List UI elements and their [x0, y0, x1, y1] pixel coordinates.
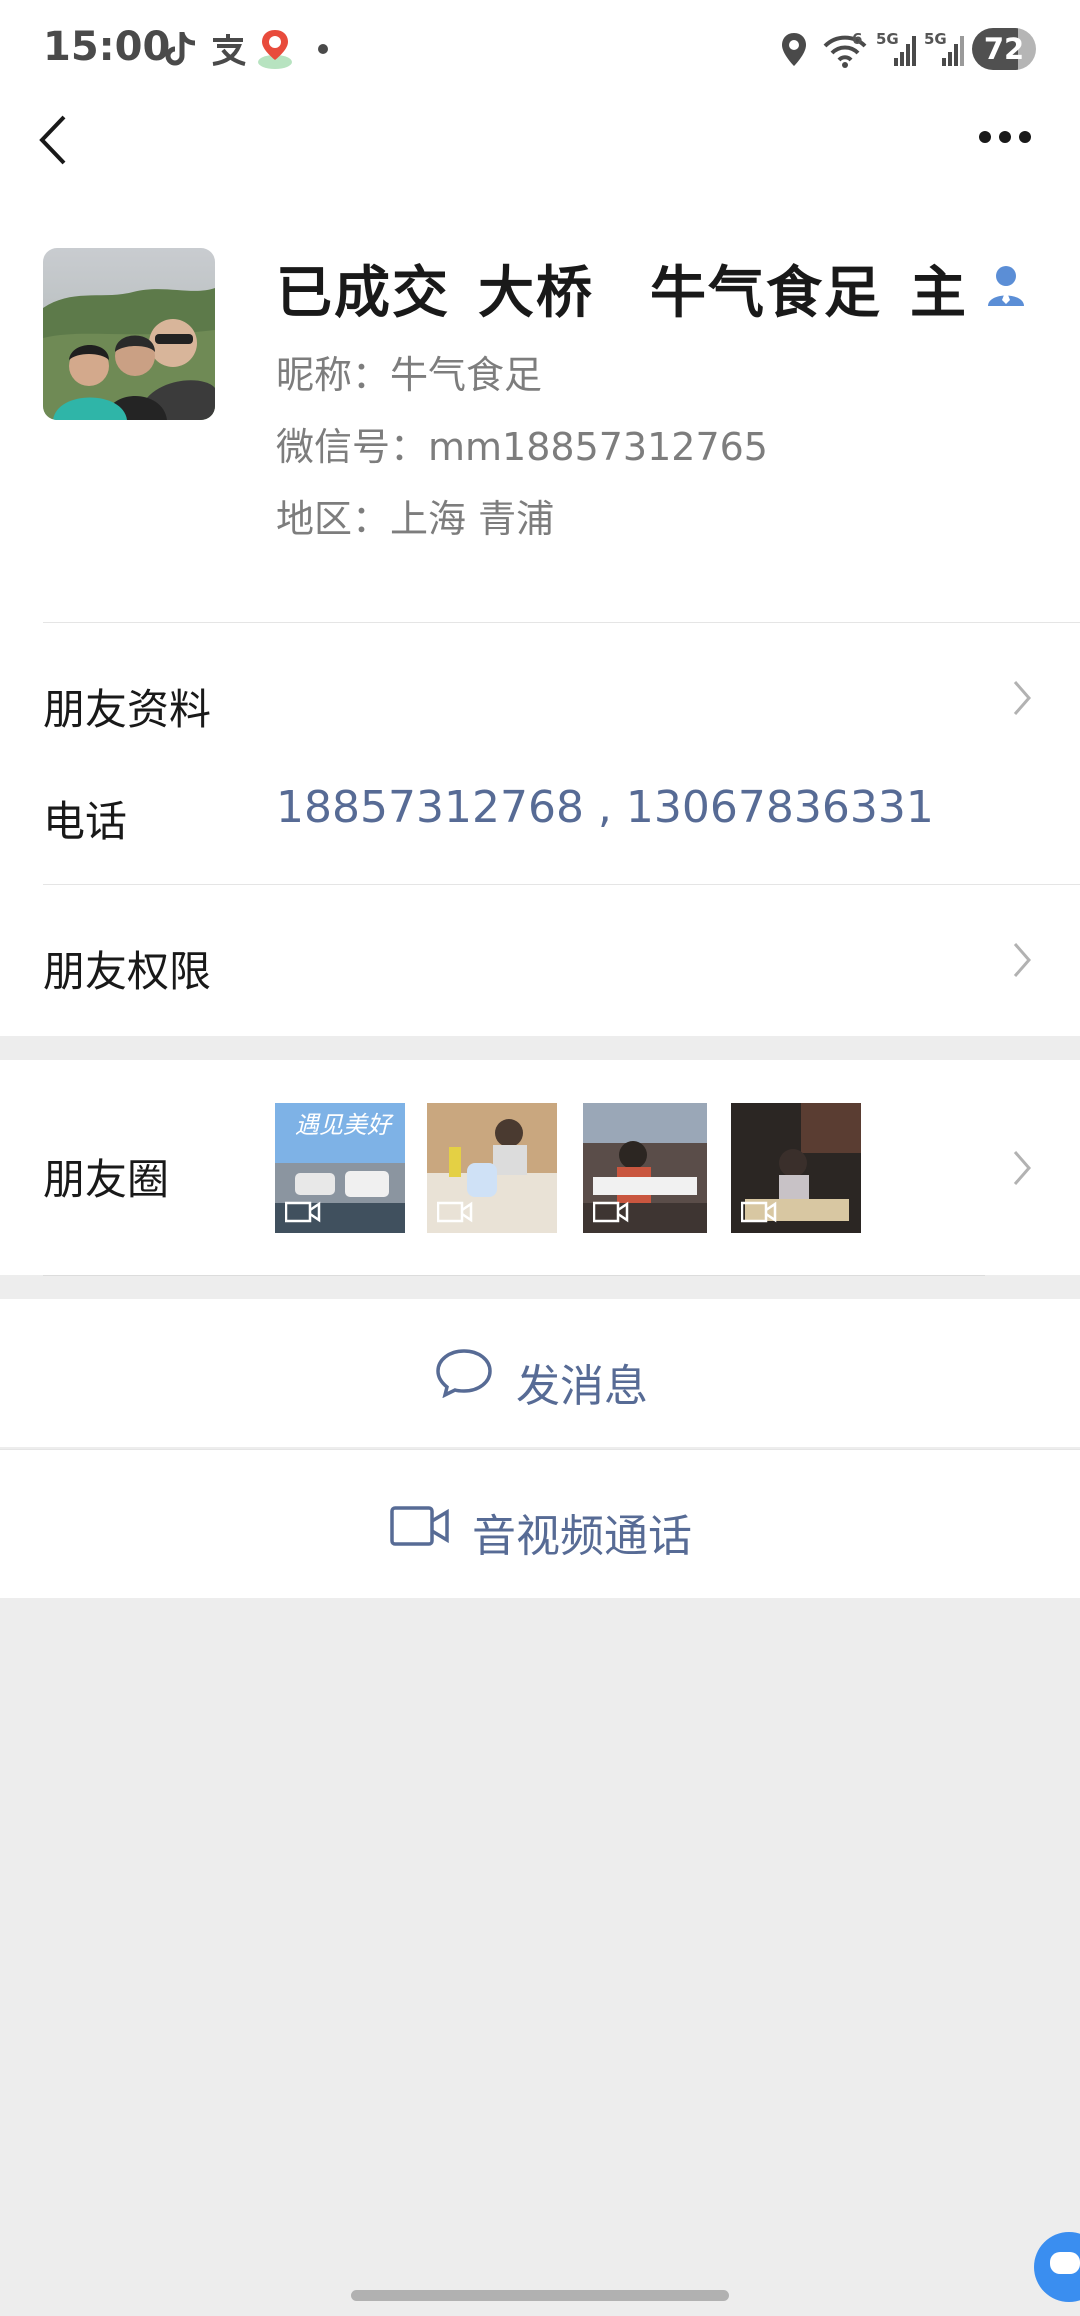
- more-dots-icon[interactable]: [978, 130, 1032, 144]
- alipay-icon: [212, 34, 246, 66]
- chevron-right-icon: [1013, 1151, 1031, 1185]
- status-time: 15:00: [43, 24, 171, 70]
- moments-label: 朋友圈: [43, 1155, 170, 1204]
- chevron-left-icon[interactable]: [38, 114, 68, 166]
- video-camera-icon: [437, 1201, 473, 1223]
- name-part-3: 牛气食足: [650, 261, 882, 326]
- avatar[interactable]: [43, 248, 215, 420]
- home-indicator[interactable]: [351, 2290, 729, 2301]
- video-camera-icon: [285, 1201, 321, 1223]
- tiktok-icon: [165, 32, 196, 66]
- person-icon[interactable]: [986, 264, 1026, 308]
- wechat-id: 微信号：mm18857312765: [276, 425, 768, 469]
- dot-icon: [318, 44, 328, 54]
- chat-bubble-icon: [436, 1349, 492, 1398]
- divider: [43, 1275, 985, 1276]
- nickname: 昵称：牛气食足: [276, 353, 543, 397]
- moments-thumbnail[interactable]: [583, 1103, 707, 1233]
- chat-bubble-icon: [1050, 2252, 1080, 2274]
- video-camera-icon: [593, 1201, 629, 1223]
- location-icon: [782, 33, 806, 66]
- phone-numbers[interactable]: 18857312768 , 13067836331: [276, 782, 934, 833]
- wifi-badge: 6: [852, 30, 863, 48]
- map-du-icon: [258, 30, 292, 69]
- friend-permissions-label: 朋友权限: [43, 947, 212, 996]
- signal-icon: [942, 36, 964, 66]
- name-part-4: 主: [910, 261, 968, 326]
- video-camera-icon: [741, 1201, 777, 1223]
- region: 地区：上海 青浦: [276, 497, 555, 541]
- video-call-label: 音视频通话: [472, 1511, 692, 1562]
- signal-icon: [894, 36, 916, 66]
- name-tag: 已成交: [276, 261, 450, 326]
- moments-thumbnail[interactable]: [427, 1103, 557, 1233]
- friend-info-label: 朋友资料: [43, 685, 212, 734]
- moments-thumbnail[interactable]: 遇见美好: [275, 1103, 405, 1233]
- moments-thumbnail[interactable]: [731, 1103, 861, 1233]
- chevron-right-icon: [1013, 943, 1031, 977]
- battery-indicator: 72: [972, 28, 1036, 70]
- avatar-photo: [43, 248, 215, 420]
- chevron-right-icon: [1013, 681, 1031, 715]
- name-part-2: 大桥: [478, 261, 594, 326]
- floating-assistant-button[interactable]: [1034, 2232, 1080, 2302]
- phone-label: 电话: [43, 797, 128, 846]
- thumbnail-caption: 遇见美好: [295, 1111, 391, 1139]
- video-camera-icon: [390, 1506, 449, 1546]
- contact-display-name: 已成交 大桥 牛气食足主: [276, 248, 968, 329]
- send-message-label: 发消息: [516, 1361, 648, 1412]
